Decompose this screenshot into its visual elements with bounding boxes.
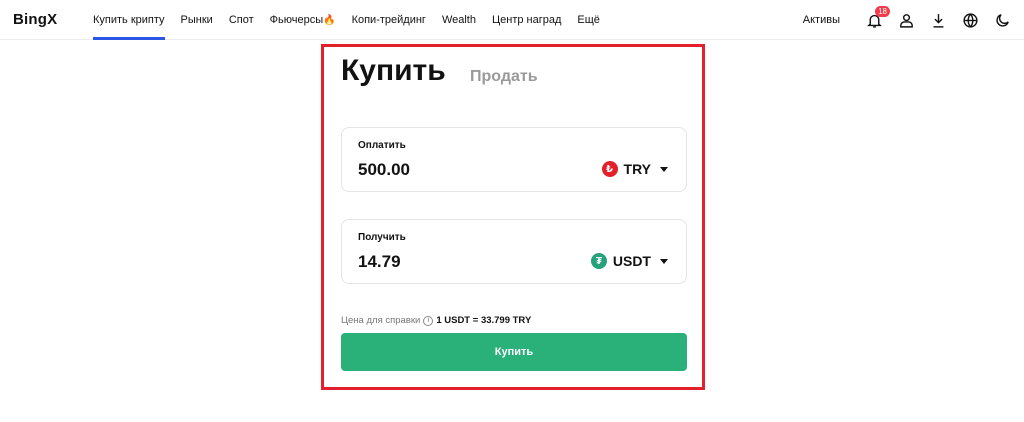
nav-futures[interactable]: Фьючерсы🔥 bbox=[270, 0, 336, 40]
notification-badge: 18 bbox=[875, 6, 890, 17]
nav-more[interactable]: Ещё bbox=[577, 0, 600, 40]
exchange-rate: 1 USDT = 33.799 TRY bbox=[436, 315, 532, 326]
tab-sell[interactable]: Продать bbox=[470, 68, 538, 86]
chevron-down-icon bbox=[660, 166, 668, 172]
reference-label: Цена для справки bbox=[341, 315, 421, 326]
user-icon[interactable] bbox=[896, 10, 916, 30]
receive-currency-select[interactable]: ₮ USDT bbox=[590, 253, 668, 269]
pay-currency-code: TRY bbox=[623, 161, 651, 177]
nav-buy-crypto[interactable]: Купить крипту bbox=[93, 0, 165, 40]
nav-spot[interactable]: Спот bbox=[229, 0, 254, 40]
bell-icon[interactable]: 18 bbox=[864, 6, 890, 30]
receive-label: Получить bbox=[358, 232, 406, 243]
receive-field[interactable]: Получить 14.79 ₮ USDT bbox=[341, 219, 687, 284]
pay-currency-select[interactable]: ₺ TRY bbox=[601, 161, 668, 177]
nav-markets[interactable]: Рынки bbox=[181, 0, 213, 40]
header-actions: Активы 18 bbox=[803, 0, 1012, 40]
bingx-logo[interactable]: BingX bbox=[13, 11, 57, 28]
try-coin-icon: ₺ bbox=[601, 161, 618, 177]
top-header: BingX Купить крипту Рынки Спот Фьючерсы🔥… bbox=[0, 0, 1024, 40]
nav-futures-label: Фьючерсы bbox=[269, 14, 324, 26]
pay-amount-input[interactable]: 500.00 bbox=[358, 160, 410, 180]
receive-amount-input[interactable]: 14.79 bbox=[358, 252, 401, 272]
nav-rewards-center[interactable]: Центр наград bbox=[492, 0, 561, 40]
download-icon[interactable] bbox=[928, 10, 948, 30]
usdt-coin-icon: ₮ bbox=[590, 253, 607, 269]
tab-buy[interactable]: Купить bbox=[341, 54, 446, 88]
moon-icon[interactable] bbox=[992, 10, 1012, 30]
buy-button[interactable]: Купить bbox=[341, 333, 687, 371]
receive-currency-code: USDT bbox=[612, 253, 651, 269]
main-nav: Купить крипту Рынки Спот Фьючерсы🔥 Копи-… bbox=[93, 0, 616, 40]
chevron-down-icon bbox=[660, 258, 668, 264]
nav-wealth[interactable]: Wealth bbox=[442, 0, 476, 40]
globe-icon[interactable] bbox=[960, 10, 980, 30]
nav-copy-trading[interactable]: Копи-трейдинг bbox=[352, 0, 426, 40]
fire-icon: 🔥 bbox=[323, 15, 336, 26]
reference-price: Цена для справки i 1 USDT = 33.799 TRY bbox=[341, 315, 531, 326]
info-icon[interactable]: i bbox=[423, 315, 434, 326]
pay-field[interactable]: Оплатить 500.00 ₺ TRY bbox=[341, 127, 687, 192]
assets-link[interactable]: Активы bbox=[803, 14, 840, 26]
pay-label: Оплатить bbox=[358, 140, 406, 151]
